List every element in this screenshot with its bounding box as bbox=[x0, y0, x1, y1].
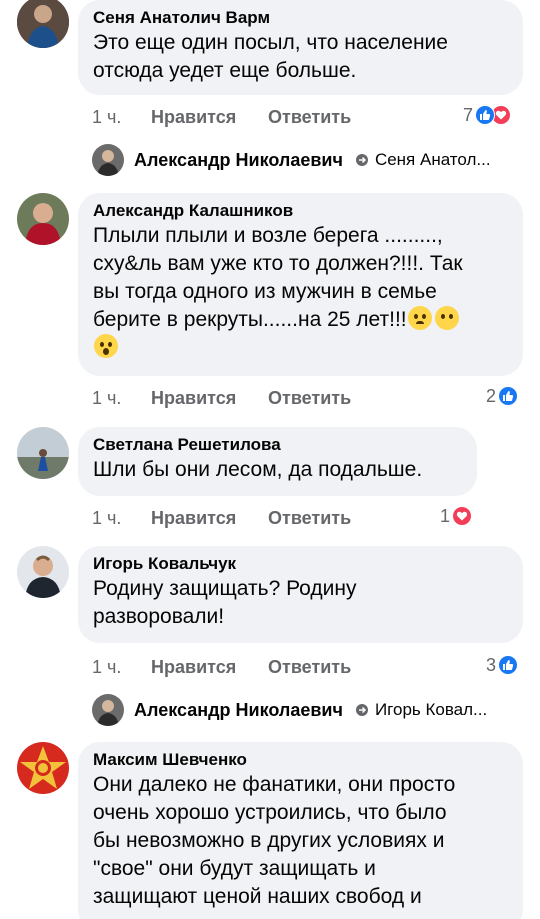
reaction-count: 3 bbox=[486, 655, 497, 675]
comment-text-segment: берите в рекруты......на 25 лет!!! bbox=[93, 308, 407, 331]
like-button[interactable]: Нравится bbox=[151, 656, 236, 678]
reply-arrow-icon bbox=[355, 704, 368, 716]
comment-text-line: бы невозможно в других условиях и bbox=[93, 829, 445, 852]
like-icon bbox=[475, 105, 496, 125]
like-button[interactable]: Нравится bbox=[151, 106, 236, 128]
avatar[interactable] bbox=[17, 427, 69, 479]
reply-preview[interactable]: Александр Николаевич Игорь Ковал... bbox=[92, 694, 487, 726]
comment-author[interactable]: Светлана Решетилова bbox=[93, 434, 463, 456]
comment-author[interactable]: Максим Шевченко bbox=[93, 749, 509, 771]
comment-2: Александр Калашников Плыли плыли и возле… bbox=[0, 193, 540, 423]
reply-author[interactable]: Александр Николаевич bbox=[134, 700, 343, 721]
comment-bubble: Максим Шевченко Они далеко не фанатики, … bbox=[78, 742, 523, 919]
like-button[interactable]: Нравится bbox=[151, 507, 236, 529]
blank-face-emoji bbox=[434, 306, 459, 330]
comment-text-line bbox=[93, 334, 509, 362]
love-icon bbox=[452, 506, 473, 526]
comment-text-line: отсюда уедет еще больше. bbox=[93, 59, 357, 82]
reaction-count: 7 bbox=[463, 105, 474, 125]
comment-5: Максим Шевченко Они далеко не фанатики, … bbox=[0, 742, 540, 919]
comment-time[interactable]: 1 ч. bbox=[92, 106, 121, 128]
comment-text-line: Это еще один посыл, что население bbox=[93, 31, 448, 54]
comment-text-line: Плыли плыли и возле берега ........., bbox=[93, 224, 443, 247]
comment-bubble: Игорь Ковальчук Родину защищать? Родину … bbox=[78, 546, 523, 643]
avatar bbox=[92, 694, 124, 726]
avatar[interactable] bbox=[17, 0, 69, 48]
reply-button[interactable]: Ответить bbox=[268, 387, 351, 409]
avatar bbox=[92, 144, 124, 176]
comment-text-line: "свое" они будут защищать и bbox=[93, 857, 376, 880]
reply-to-name[interactable]: Игорь Ковал... bbox=[375, 700, 487, 720]
like-icon bbox=[498, 386, 519, 406]
reply-to-name[interactable]: Сеня Анатол... bbox=[375, 150, 491, 170]
reaction-count: 2 bbox=[486, 386, 497, 406]
reaction-summary[interactable]: 3 bbox=[486, 654, 519, 676]
comment-bubble: Светлана Решетилова Шли бы они лесом, да… bbox=[78, 427, 477, 496]
comment-text-line: Родину защищать? Родину bbox=[93, 577, 357, 600]
comment-text-line: очень хорошо устроились, что было bbox=[93, 801, 447, 824]
comment-text-line: сху&ль вам уже кто то должен?!!!. Так bbox=[93, 252, 463, 275]
comment-text-line: берите в рекруты......на 25 лет!!! bbox=[93, 306, 509, 334]
avatar[interactable] bbox=[17, 546, 69, 598]
comment-time[interactable]: 1 ч. bbox=[92, 656, 121, 678]
like-button[interactable]: Нравится bbox=[151, 387, 236, 409]
comment-author[interactable]: Сеня Анатолич Варм bbox=[93, 7, 509, 29]
comment-author[interactable]: Игорь Ковальчук bbox=[93, 553, 509, 575]
comment-text-line: Они далеко не фанатики, они просто bbox=[93, 773, 456, 796]
reply-button[interactable]: Ответить bbox=[268, 656, 351, 678]
comment-time[interactable]: 1 ч. bbox=[92, 507, 121, 529]
comment-text-line: разворовали! bbox=[93, 605, 225, 628]
reaction-summary[interactable]: 2 bbox=[486, 385, 519, 407]
comment-time[interactable]: 1 ч. bbox=[92, 387, 121, 409]
avatar[interactable] bbox=[17, 193, 69, 245]
reply-button[interactable]: Ответить bbox=[268, 106, 351, 128]
reaction-count: 1 bbox=[440, 506, 451, 526]
reply-preview[interactable]: Александр Николаевич Сеня Анатол... bbox=[92, 144, 491, 176]
reaction-summary[interactable]: 7 bbox=[463, 104, 512, 126]
reaction-summary[interactable]: 1 bbox=[440, 505, 473, 527]
reply-author[interactable]: Александр Николаевич bbox=[134, 150, 343, 171]
comment-bubble: Александр Калашников Плыли плыли и возле… bbox=[78, 193, 523, 376]
like-icon bbox=[498, 655, 519, 675]
comment-author[interactable]: Александр Калашников bbox=[93, 200, 509, 222]
comment-1: Сеня Анатолич Варм Это еще один посыл, ч… bbox=[0, 0, 540, 140]
comment-text-line: защищают ценой наших свобод и bbox=[93, 885, 422, 908]
comment-text-line: вы тогда одного из мужчин в семье bbox=[93, 280, 437, 303]
frown-emoji bbox=[407, 306, 432, 330]
wow-emoji bbox=[94, 334, 118, 358]
avatar[interactable] bbox=[17, 742, 69, 794]
comment-4: Игорь Ковальчук Родину защищать? Родину … bbox=[0, 546, 540, 686]
comment-3: Светлана Решетилова Шли бы они лесом, да… bbox=[0, 427, 540, 537]
reply-arrow-icon bbox=[355, 154, 368, 166]
reply-button[interactable]: Ответить bbox=[268, 507, 351, 529]
comment-bubble: Сеня Анатолич Варм Это еще один посыл, ч… bbox=[78, 0, 523, 95]
comment-text-line: Шли бы они лесом, да подальше. bbox=[93, 458, 423, 481]
